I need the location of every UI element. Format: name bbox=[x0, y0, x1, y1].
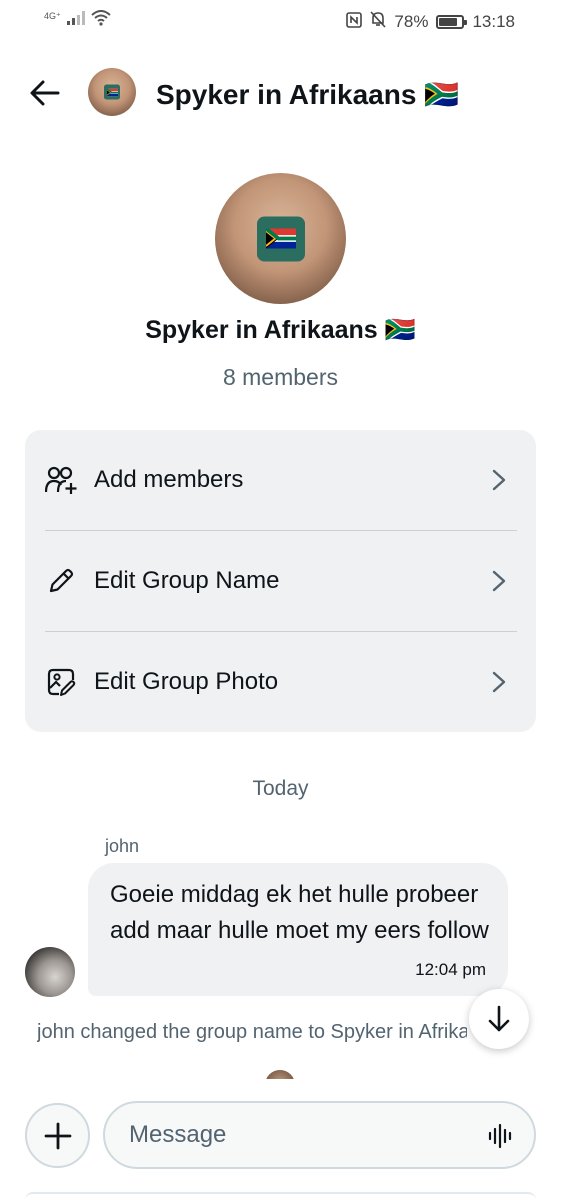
voice-message-button[interactable] bbox=[486, 1121, 516, 1151]
message-composer bbox=[103, 1101, 536, 1169]
wifi-icon bbox=[91, 10, 111, 31]
back-button[interactable] bbox=[28, 76, 62, 110]
system-message: john changed the group name to Spyker in… bbox=[37, 1021, 467, 1043]
next-sender-avatar bbox=[265, 1070, 295, 1079]
message-bubble[interactable]: Goeie middag ek het hulle probeer add ma… bbox=[88, 863, 508, 996]
add-attachment-button[interactable] bbox=[25, 1103, 90, 1168]
battery-icon bbox=[436, 15, 468, 29]
flag-badge-icon bbox=[104, 84, 120, 100]
chat-header: Spyker in Afrikaans 🇿🇦 bbox=[0, 64, 561, 120]
next-composer-edge bbox=[25, 1192, 536, 1200]
edit-group-name-button[interactable]: Edit Group Name bbox=[25, 531, 536, 631]
signal-icon bbox=[66, 11, 85, 30]
arrow-down-icon bbox=[488, 1005, 510, 1032]
status-left: 4G⁺ bbox=[44, 10, 111, 31]
message-sender: john bbox=[105, 836, 140, 856]
chevron-right-icon bbox=[488, 469, 510, 491]
edit-group-photo-button[interactable]: Edit Group Photo bbox=[25, 632, 536, 732]
pencil-icon bbox=[45, 565, 77, 597]
sender-avatar[interactable] bbox=[25, 947, 75, 997]
day-separator: Today bbox=[252, 777, 309, 800]
header-group-avatar[interactable] bbox=[88, 68, 136, 116]
plus-icon bbox=[44, 1122, 71, 1149]
mute-icon bbox=[370, 11, 387, 33]
group-actions-card: Add members Edit Group Name Edit Group P… bbox=[25, 430, 536, 732]
battery-percent: 78% bbox=[394, 12, 429, 31]
message-input[interactable] bbox=[129, 1117, 459, 1153]
add-members-label: Add members bbox=[94, 466, 244, 493]
arrow-left-icon bbox=[30, 80, 60, 106]
group-name: Spyker in Afrikaans 🇿🇦 bbox=[145, 316, 416, 344]
members-count[interactable]: 8 members bbox=[0, 364, 561, 391]
chevron-right-icon bbox=[488, 671, 510, 693]
edit-photo-icon bbox=[45, 666, 77, 698]
message-text: Goeie middag ek het hulle probeer add ma… bbox=[110, 881, 489, 944]
edit-group-photo-label: Edit Group Photo bbox=[94, 668, 279, 695]
scroll-to-bottom-button[interactable] bbox=[469, 989, 529, 1049]
nfc-icon bbox=[346, 11, 363, 33]
message-time: 12:04 pm bbox=[415, 960, 486, 979]
status-bar: 4G⁺ 78% 13:18 bbox=[0, 0, 561, 40]
add-members-button[interactable]: Add members bbox=[25, 430, 536, 530]
edit-group-name-label: Edit Group Name bbox=[94, 567, 280, 594]
network-type: 4G⁺ bbox=[44, 11, 61, 21]
add-members-icon bbox=[45, 464, 77, 496]
chevron-right-icon bbox=[488, 570, 510, 592]
clock: 13:18 bbox=[472, 12, 515, 31]
voice-wave-icon bbox=[488, 1124, 512, 1148]
status-right: 78% 13:18 bbox=[346, 11, 515, 33]
flag-badge-icon bbox=[256, 216, 305, 261]
header-title[interactable]: Spyker in Afrikaans 🇿🇦 bbox=[156, 78, 459, 111]
group-avatar[interactable] bbox=[215, 173, 346, 304]
